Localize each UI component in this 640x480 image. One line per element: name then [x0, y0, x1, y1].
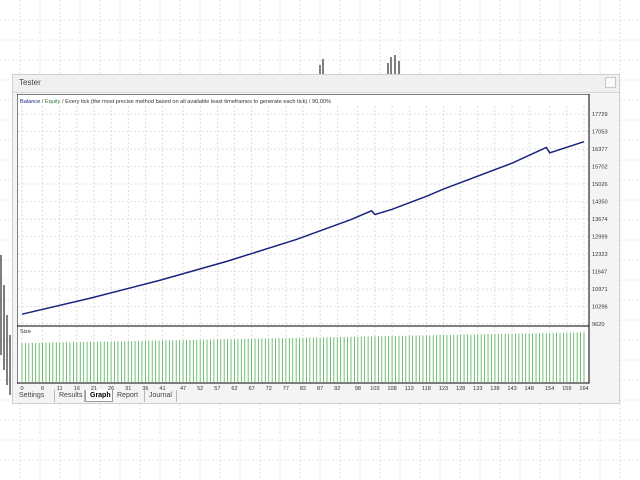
x-tick-label: 52 [197, 386, 203, 390]
y-tick-label: 10296 [592, 304, 608, 310]
tab-report[interactable]: Report [113, 390, 145, 402]
x-tick-label: 113 [405, 386, 414, 390]
tab-graph[interactable]: Graph [85, 390, 113, 402]
y-tick-label: 12323 [592, 252, 608, 258]
y-axis: 17729 17053 16377 15702 15026 14350 13674 12999… [592, 112, 608, 328]
header-details: / Every tick (the most precise method ba… [60, 99, 331, 105]
x-tick-label: 82 [300, 386, 306, 390]
y-tick-label: 17729 [592, 112, 608, 118]
x-tick-label: 67 [248, 386, 254, 390]
strategy-chart: Balance / Equity / Every tick (the most … [17, 94, 608, 390]
tab-journal[interactable]: Journal [145, 390, 177, 402]
x-tick-label: 154 [545, 386, 554, 390]
x-tick-label: 128 [456, 386, 465, 390]
background-top-bars [319, 55, 400, 75]
title-bar: Tester [13, 75, 619, 93]
x-tick-label: 72 [266, 386, 272, 390]
x-tick-label: 57 [214, 386, 220, 390]
x-tick-label: 123 [439, 386, 448, 390]
tab-results[interactable]: Results [55, 390, 85, 402]
x-tick-label: 148 [524, 386, 533, 390]
y-tick-label: 10971 [592, 287, 608, 293]
x-tick-label: 92 [334, 386, 340, 390]
y-tick-label: 13674 [592, 217, 608, 223]
size-label: Size [20, 329, 31, 335]
x-tick-label: 118 [422, 386, 431, 390]
y-tick-label: 16377 [592, 147, 608, 153]
x-tick-label: 103 [370, 386, 379, 390]
y-tick-label: 11647 [592, 270, 607, 276]
window-title: Tester [19, 78, 41, 87]
x-tick-label: 77 [283, 386, 289, 390]
x-tick-label: 98 [355, 386, 361, 390]
x-tick-label: 108 [387, 386, 396, 390]
tab-settings[interactable]: Settings [15, 390, 55, 402]
y-tick-label: 14350 [592, 200, 608, 206]
y-tick-label: 15026 [592, 182, 608, 188]
y-tick-label: 12999 [592, 234, 608, 240]
tester-window: Tester Balance / Equity / Every tick (th… [12, 74, 620, 404]
x-tick-label: 159 [562, 386, 571, 390]
equity-legend: Equity [45, 99, 61, 105]
y-tick-label: 17053 [592, 130, 608, 136]
y-tick-label: 15702 [592, 164, 608, 170]
x-tick-label: 87 [317, 386, 323, 390]
x-tick-label: 138 [490, 386, 499, 390]
x-tick-label: 133 [473, 386, 482, 390]
x-tick-label: 164 [579, 386, 588, 390]
y-tick-label: 9620 [592, 322, 604, 328]
x-tick-label: 143 [507, 386, 516, 390]
chart-header: Balance / Equity / Every tick (the most … [20, 99, 331, 105]
x-tick-label: 62 [231, 386, 237, 390]
balance-legend: Balance [20, 99, 40, 105]
x-tick-label: 47 [180, 386, 186, 390]
close-button[interactable] [605, 77, 616, 88]
